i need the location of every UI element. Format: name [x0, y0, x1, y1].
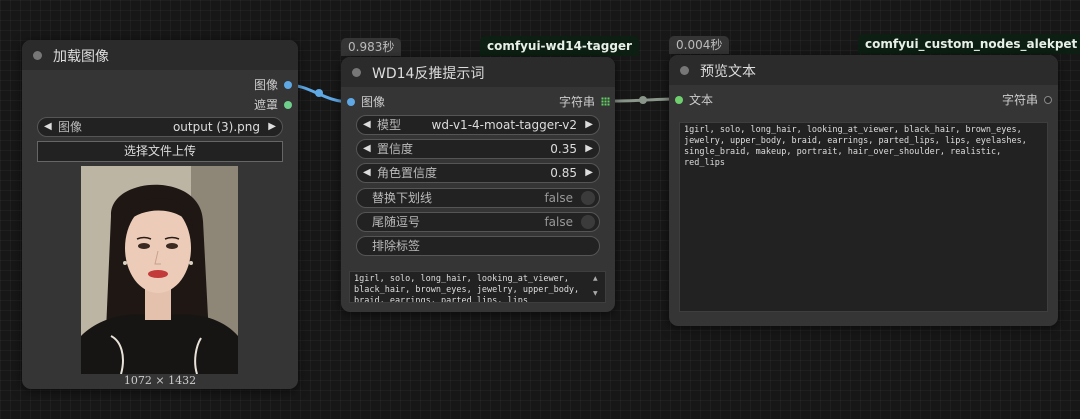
input-text-dot-icon[interactable]	[675, 96, 683, 104]
widget-value: 0.35	[550, 142, 577, 156]
input-image-dot-icon[interactable]	[347, 98, 355, 106]
decrement-arrow-icon[interactable]: ◀	[363, 142, 371, 156]
node-title-bar[interactable]: 加载图像	[22, 40, 298, 70]
collapse-dot-icon[interactable]	[352, 68, 361, 77]
output-mask-label: 遮罩	[253, 98, 278, 112]
increment-arrow-icon[interactable]: ▶	[585, 142, 593, 156]
next-arrow-icon[interactable]: ▶	[268, 120, 276, 134]
output-string-dot-icon[interactable]	[1044, 96, 1052, 104]
upload-button[interactable]: 选择文件上传	[37, 141, 283, 162]
increment-arrow-icon[interactable]: ▶	[585, 166, 593, 180]
string-link-midpoint[interactable]	[639, 96, 647, 104]
node-title: WD14反推提示词	[372, 66, 485, 82]
widget-value: 0.85	[550, 166, 577, 180]
node-source-badge: comfyui_custom_nodes_alekpet	[858, 34, 1080, 54]
execution-time-badge: 0.983秒	[341, 38, 402, 56]
preview-text-node[interactable]: 预览文本 文本 字符串 1girl, solo, long_hair, look…	[669, 55, 1058, 326]
node-title: 加载图像	[53, 49, 109, 65]
execution-time-badge: 0.004秒	[669, 36, 730, 54]
toggle-knob-icon[interactable]	[581, 215, 595, 229]
scroll-up-icon[interactable]: ▲	[593, 275, 598, 282]
output-mask-dot-icon[interactable]	[284, 101, 292, 109]
widget-label: 排除标签	[372, 239, 421, 253]
collapse-dot-icon[interactable]	[680, 66, 689, 75]
widget-value: wd-v1-4-moat-tagger-v2	[431, 118, 577, 132]
threshold-widget[interactable]: ◀ 置信度 0.35 ▶	[356, 139, 600, 159]
prev-arrow-icon[interactable]: ◀	[44, 120, 52, 134]
image-preview	[81, 166, 238, 374]
toggle-knob-icon[interactable]	[581, 191, 595, 205]
widget-label: 图像	[58, 120, 83, 134]
image-dimensions: 1072 × 1432	[123, 374, 197, 387]
model-widget[interactable]: ◀ 模型 wd-v1-4-moat-tagger-v2 ▶	[356, 115, 600, 135]
replace-underscore-toggle[interactable]: 替换下划线 false	[356, 188, 600, 208]
node-title: 预览文本	[700, 64, 756, 80]
portrait-image	[81, 166, 238, 374]
exclude-tags-widget[interactable]: 排除标签	[356, 236, 600, 256]
widget-value: false	[544, 191, 573, 205]
image-link-midpoint[interactable]	[315, 89, 323, 97]
output-image-label: 图像	[253, 78, 278, 92]
wd14-tagger-node[interactable]: WD14反推提示词 图像 字符串 ◀ 模型 wd-v1-4-moat-tagge…	[341, 57, 615, 312]
node-source-badge: comfyui-wd14-tagger	[480, 36, 639, 56]
trailing-comma-toggle[interactable]: 尾随逗号 false	[356, 212, 600, 232]
scroll-down-icon[interactable]: ▼	[593, 290, 598, 297]
widget-label: 置信度	[377, 142, 414, 156]
node-title-bar[interactable]: 预览文本	[669, 55, 1058, 85]
widget-value: false	[544, 215, 573, 229]
input-text-label: 文本	[689, 93, 714, 107]
tags-output-textarea[interactable]: 1girl, solo, long_hair, looking_at_viewe…	[349, 271, 606, 303]
widget-label: 尾随逗号	[372, 215, 421, 229]
character-threshold-widget[interactable]: ◀ 角色置信度 0.85 ▶	[356, 163, 600, 183]
collapse-dot-icon[interactable]	[33, 51, 42, 60]
next-arrow-icon[interactable]: ▶	[585, 118, 593, 132]
widget-value: output (3).png	[172, 120, 260, 134]
widget-label: 角色置信度	[377, 166, 438, 180]
widget-label: 模型	[377, 118, 402, 132]
load-image-node[interactable]: 加载图像 图像 遮罩 ◀ 图像 output (3).png ▶ 选择文件上传	[22, 40, 298, 389]
prev-arrow-icon[interactable]: ◀	[363, 118, 371, 132]
widget-label: 替换下划线	[372, 191, 433, 205]
image-select-widget[interactable]: ◀ 图像 output (3).png ▶	[37, 117, 283, 137]
output-string-label: 字符串	[1001, 93, 1038, 107]
decrement-arrow-icon[interactable]: ◀	[363, 166, 371, 180]
output-string-label: 字符串	[558, 95, 595, 109]
output-image-dot-icon[interactable]	[284, 81, 292, 89]
input-image-label: 图像	[361, 95, 386, 109]
preview-text-area[interactable]: 1girl, solo, long_hair, looking_at_viewe…	[679, 122, 1048, 312]
grid-output-icon[interactable]	[601, 97, 610, 106]
node-title-bar[interactable]: WD14反推提示词	[341, 57, 615, 87]
